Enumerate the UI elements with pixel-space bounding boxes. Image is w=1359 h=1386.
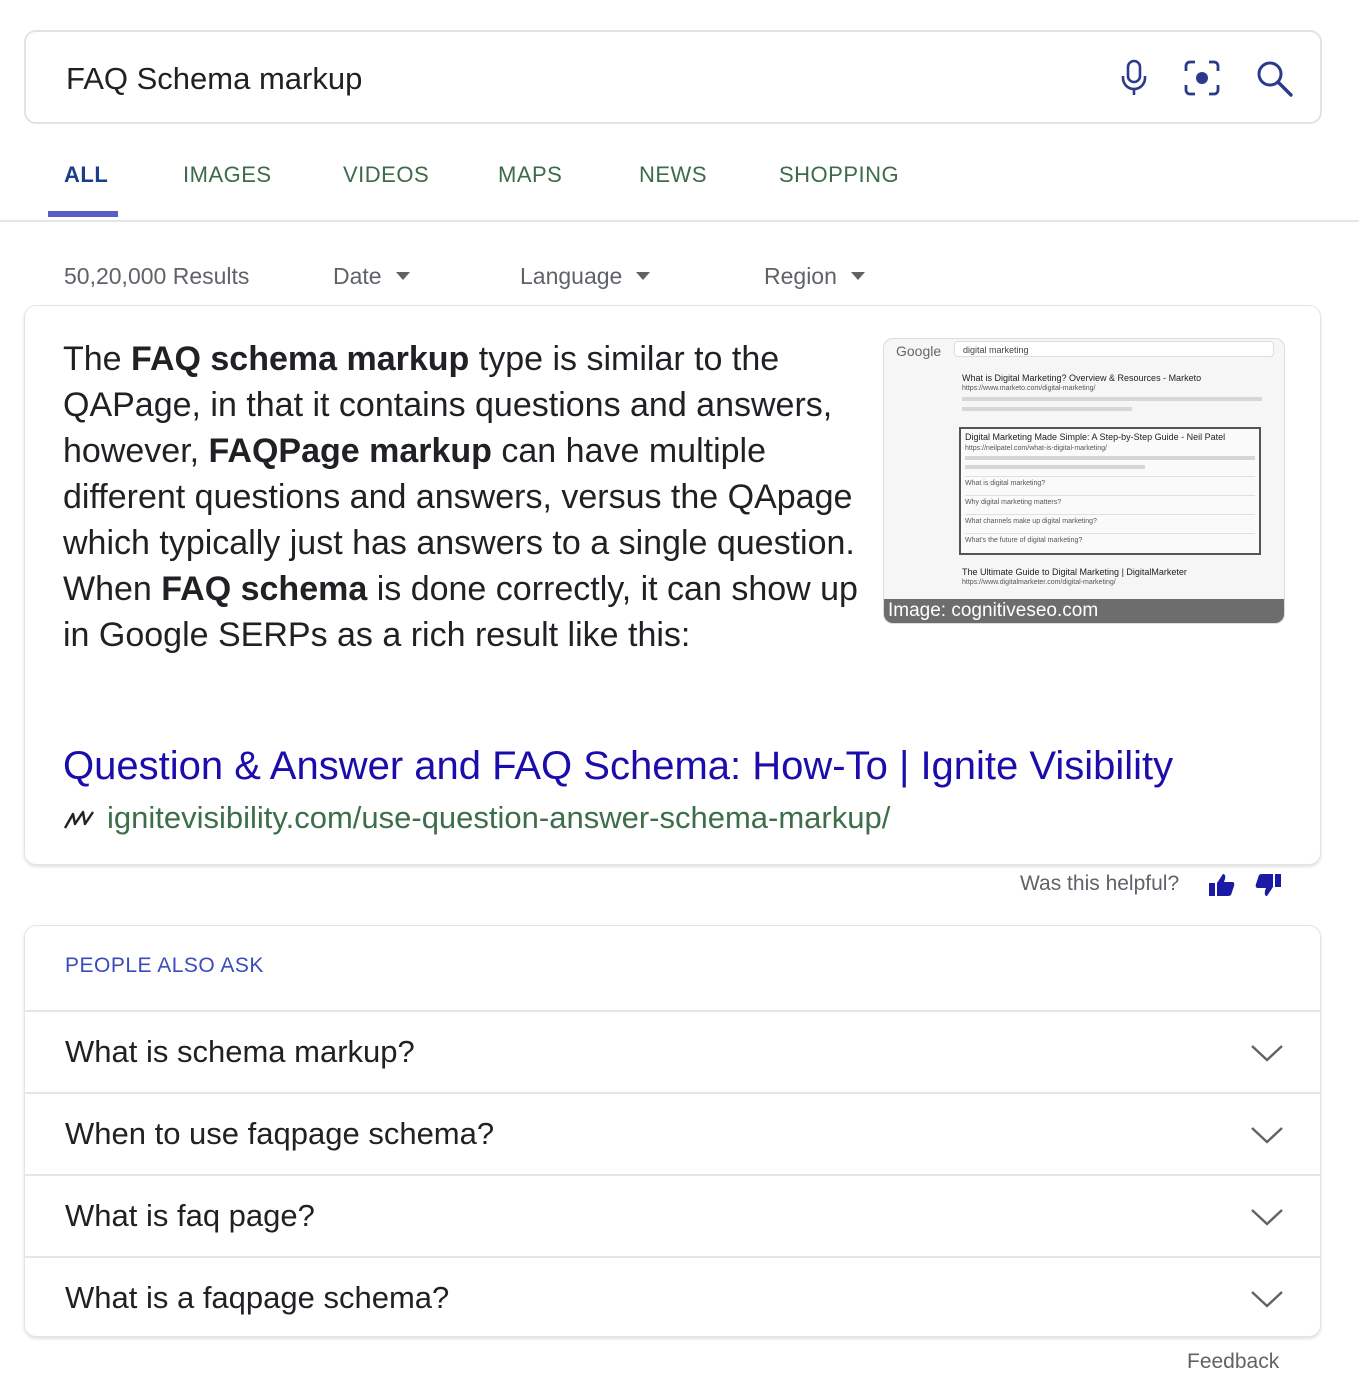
mini-result-url: https://neilpatel.com/what-is-digital-ma… (965, 445, 1108, 452)
region-filter[interactable]: Region (764, 263, 865, 290)
paa-question[interactable]: What is faq page? (25, 1174, 1320, 1256)
result-title-link[interactable]: Question & Answer and FAQ Schema: How-To… (63, 744, 1173, 789)
serp-screenshot: Google digital marketing What is Digital… (884, 339, 1284, 623)
people-also-ask: PEOPLE ALSO ASK What is schema markup? W… (24, 925, 1321, 1337)
snippet-bold-text: FAQ schema markup (131, 340, 470, 378)
mini-google-logo: Google (896, 343, 942, 359)
lens-icon[interactable] (1182, 58, 1222, 98)
microphone-icon[interactable] (1114, 58, 1154, 98)
tab-news[interactable]: NEWS (639, 162, 707, 188)
mini-text-line (965, 456, 1255, 460)
paa-question-text: What is faq page? (65, 1198, 315, 1233)
chevron-down-icon (1251, 1127, 1283, 1144)
mini-result-url: https://www.digitalmarketer.com/digital-… (962, 579, 1116, 586)
helpful-label: Was this helpful? (1020, 872, 1180, 895)
mini-text-line (965, 465, 1145, 469)
mini-result-title: The Ultimate Guide to Digital Marketing … (962, 567, 1187, 577)
paa-question-text: What is a faqpage schema? (65, 1280, 450, 1315)
ignite-favicon-icon (63, 810, 94, 829)
image-caption: Image: cognitiveseo.com (884, 599, 1284, 623)
mini-question: What channels make up digital marketing? (965, 514, 1255, 525)
paa-question-text: When to use faqpage schema? (65, 1116, 495, 1151)
mini-text-line (962, 407, 1132, 411)
tab-shopping[interactable]: SHOPPING (779, 162, 899, 188)
region-filter-label: Region (764, 263, 837, 289)
active-tab-indicator (48, 211, 118, 217)
mini-question: What's the future of digital marketing? (965, 533, 1255, 544)
caret-down-icon (636, 271, 651, 280)
date-filter[interactable]: Date (333, 263, 410, 290)
language-filter[interactable]: Language (520, 263, 651, 290)
chevron-down-icon (1251, 1045, 1283, 1062)
chevron-down-icon (1251, 1209, 1283, 1226)
thumbs-down-icon[interactable] (1254, 872, 1282, 898)
feedback-link[interactable]: Feedback (1187, 1350, 1279, 1374)
caret-down-icon (850, 271, 865, 280)
date-filter-label: Date (333, 263, 382, 289)
results-count: 50,20,000 Results (64, 263, 250, 289)
paa-question[interactable]: When to use faqpage schema? (25, 1092, 1320, 1174)
search-input[interactable]: FAQ Schema markup (66, 32, 362, 126)
mini-faq-box: Digital Marketing Made Simple: A Step-by… (959, 427, 1261, 555)
mini-text-line (962, 397, 1262, 401)
tab-maps[interactable]: MAPS (498, 162, 562, 188)
snippet-image[interactable]: Google digital marketing What is Digital… (883, 338, 1285, 624)
tab-videos[interactable]: VIDEOS (343, 162, 429, 188)
mini-result-title: Digital Marketing Made Simple: A Step-by… (965, 432, 1226, 442)
mini-question: Why digital marketing matters? (965, 495, 1255, 506)
caret-down-icon (395, 271, 410, 280)
chevron-down-icon (1251, 1291, 1283, 1308)
mini-question: What is digital marketing? (965, 476, 1255, 487)
search-box[interactable]: FAQ Schema markup (24, 30, 1322, 124)
snippet-bold-text: FAQPage markup (208, 432, 492, 470)
mini-result-url: https://www.marketo.com/digital-marketin… (962, 385, 1096, 392)
paa-question[interactable]: What is a faqpage schema? (25, 1256, 1320, 1336)
search-tabs: ALL IMAGES VIDEOS MAPS NEWS SHOPPING (0, 140, 1359, 222)
tab-all[interactable]: ALL (64, 162, 108, 188)
snippet-text: The FAQ schema markup type is similar to… (63, 336, 863, 658)
language-filter-label: Language (520, 263, 623, 289)
snippet-bold-text: FAQ schema (161, 570, 368, 608)
paa-title: PEOPLE ALSO ASK (65, 954, 264, 977)
snippet-text-run: The (63, 340, 132, 378)
thumbs-up-icon[interactable] (1208, 872, 1236, 898)
mini-search-bar: digital marketing (954, 341, 1274, 357)
search-filters: 50,20,000 Results Date Language Region (0, 255, 1359, 299)
result-url: ignitevisibility.com/use-question-answer… (107, 800, 891, 835)
tab-images[interactable]: IMAGES (183, 162, 272, 188)
paa-question-text: What is schema markup? (65, 1034, 415, 1069)
mini-result-title: What is Digital Marketing? Overview & Re… (962, 373, 1202, 383)
featured-snippet: The FAQ schema markup type is similar to… (24, 305, 1321, 865)
paa-question[interactable]: What is schema markup? (25, 1010, 1320, 1092)
search-icon[interactable] (1254, 58, 1294, 98)
